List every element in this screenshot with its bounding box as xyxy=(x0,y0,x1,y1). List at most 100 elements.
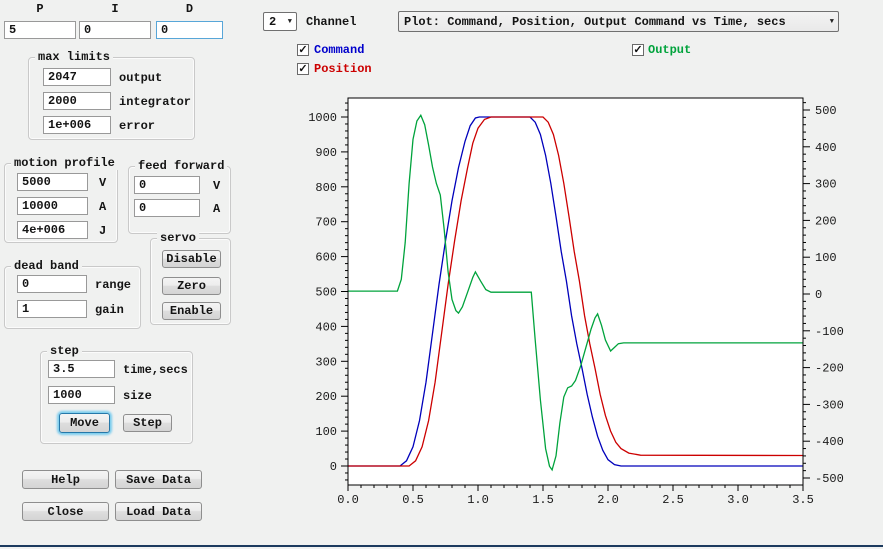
chevron-down-icon: ▼ xyxy=(826,18,838,26)
svg-text:3.5: 3.5 xyxy=(792,493,814,507)
svg-text:800: 800 xyxy=(315,181,337,195)
motion-a-field[interactable]: 10000 xyxy=(17,197,88,215)
svg-text:-400: -400 xyxy=(815,435,844,449)
max-output-field[interactable]: 2047 xyxy=(43,68,111,86)
step-group: step 3.5 time,secs 1000 size Move Step xyxy=(40,351,193,444)
step-size-label: size xyxy=(123,389,152,403)
ff-a-field[interactable]: 0 xyxy=(134,199,200,217)
svg-text:-500: -500 xyxy=(815,472,844,486)
step-time-field[interactable]: 3.5 xyxy=(48,360,115,378)
servo-enable-button[interactable]: Enable xyxy=(162,302,221,320)
deadband-range-field[interactable]: 0 xyxy=(17,275,87,293)
svg-text:100: 100 xyxy=(315,425,337,439)
plot-canvas: 0.0 0.5 1.0 1.5 2.0 2.5 3.0 3.5 0 100 200 300 400 500… xyxy=(300,88,860,520)
output-checkbox[interactable]: ✓ xyxy=(632,44,644,56)
ff-a-label: A xyxy=(213,202,220,216)
svg-text:0.0: 0.0 xyxy=(337,493,359,507)
deadband-gain-label: gain xyxy=(95,303,124,317)
svg-text:300: 300 xyxy=(315,355,337,369)
servo-title: servo xyxy=(157,231,199,245)
pid-p-field[interactable]: 5 xyxy=(4,21,76,39)
svg-text:0: 0 xyxy=(815,288,822,302)
svg-text:200: 200 xyxy=(815,214,837,228)
svg-text:3.0: 3.0 xyxy=(727,493,749,507)
dead-band-title: dead band xyxy=(11,259,82,273)
step-time-label: time,secs xyxy=(123,363,188,377)
max-integrator-label: integrator xyxy=(119,95,191,109)
plot-svg: 0.0 0.5 1.0 1.5 2.0 2.5 3.0 3.5 0 100 200 300 400 500… xyxy=(300,88,860,520)
svg-text:200: 200 xyxy=(315,390,337,404)
motion-profile-group: motion profile 5000 V 10000 A 4e+006 J xyxy=(4,163,118,243)
chevron-down-icon: ▼ xyxy=(284,18,296,26)
channel-label: Channel xyxy=(306,15,356,29)
deadband-gain-field[interactable]: 1 xyxy=(17,300,87,318)
max-error-field[interactable]: 1e+006 xyxy=(43,116,111,134)
dead-band-group: dead band 0 range 1 gain xyxy=(4,266,141,329)
command-checkbox[interactable]: ✓ xyxy=(297,44,309,56)
close-button[interactable]: Close xyxy=(22,502,109,521)
checkmark-icon: ✓ xyxy=(298,44,307,56)
servo-zero-button[interactable]: Zero xyxy=(162,277,221,295)
svg-text:300: 300 xyxy=(815,178,837,192)
motion-v-field[interactable]: 5000 xyxy=(17,173,88,191)
max-output-label: output xyxy=(119,71,162,85)
servo-tuning-window: P I D 5 0 0 max limits 2047 output 2000 … xyxy=(0,0,883,549)
motion-j-label: J xyxy=(99,224,106,238)
svg-text:700: 700 xyxy=(315,216,337,230)
svg-text:100: 100 xyxy=(815,251,837,265)
servo-group: servo Disable Zero Enable xyxy=(150,238,231,325)
pid-d-field[interactable]: 0 xyxy=(156,21,223,39)
plot-selector-value: Plot: Command, Position, Output Command … xyxy=(399,15,826,29)
checkmark-icon: ✓ xyxy=(298,63,307,75)
ff-v-field[interactable]: 0 xyxy=(134,176,200,194)
window-bottom-border xyxy=(0,545,883,547)
save-data-button[interactable]: Save Data xyxy=(115,470,202,489)
svg-text:2.0: 2.0 xyxy=(597,493,619,507)
svg-text:-100: -100 xyxy=(815,325,844,339)
output-checkbox-label: Output xyxy=(648,43,691,57)
help-button[interactable]: Help xyxy=(22,470,109,489)
svg-text:-300: -300 xyxy=(815,398,844,412)
max-limits-title: max limits xyxy=(35,50,113,64)
plot-selector-combobox[interactable]: Plot: Command, Position, Output Command … xyxy=(398,11,839,32)
ff-v-label: V xyxy=(213,179,220,193)
svg-text:400: 400 xyxy=(315,320,337,334)
svg-text:900: 900 xyxy=(315,146,337,160)
svg-text:1.0: 1.0 xyxy=(467,493,489,507)
max-error-label: error xyxy=(119,119,155,133)
svg-text:0: 0 xyxy=(330,460,337,474)
svg-text:600: 600 xyxy=(315,251,337,265)
max-integrator-field[interactable]: 2000 xyxy=(43,92,111,110)
step-title: step xyxy=(47,344,82,358)
svg-text:1000: 1000 xyxy=(308,111,337,125)
servo-disable-button[interactable]: Disable xyxy=(162,250,221,268)
step-size-field[interactable]: 1000 xyxy=(48,386,115,404)
svg-text:0.5: 0.5 xyxy=(402,493,424,507)
motion-a-label: A xyxy=(99,200,106,214)
move-button[interactable]: Move xyxy=(59,413,110,433)
motion-j-field[interactable]: 4e+006 xyxy=(17,221,88,239)
svg-text:500: 500 xyxy=(815,104,837,118)
motion-v-label: V xyxy=(99,176,106,190)
pid-i-field[interactable]: 0 xyxy=(79,21,151,39)
channel-combobox[interactable]: 2 ▼ xyxy=(263,12,297,31)
svg-text:500: 500 xyxy=(315,286,337,300)
svg-text:400: 400 xyxy=(815,141,837,155)
position-checkbox[interactable]: ✓ xyxy=(297,63,309,75)
svg-text:2.5: 2.5 xyxy=(662,493,684,507)
max-limits-group: max limits 2047 output 2000 integrator 1… xyxy=(28,57,195,140)
checkmark-icon: ✓ xyxy=(633,44,642,56)
svg-text:1.5: 1.5 xyxy=(532,493,554,507)
pid-i-label: I xyxy=(79,2,151,16)
pid-d-label: D xyxy=(156,2,223,16)
command-checkbox-label: Command xyxy=(314,43,364,57)
feed-forward-group: feed forward 0 V 0 A xyxy=(128,166,231,234)
step-button[interactable]: Step xyxy=(123,414,172,432)
motion-profile-title: motion profile xyxy=(11,156,118,170)
position-checkbox-label: Position xyxy=(314,62,372,76)
svg-text:-200: -200 xyxy=(815,362,844,376)
channel-value: 2 xyxy=(264,15,284,29)
deadband-range-label: range xyxy=(95,278,131,292)
pid-p-label: P xyxy=(4,2,76,16)
load-data-button[interactable]: Load Data xyxy=(115,502,202,521)
